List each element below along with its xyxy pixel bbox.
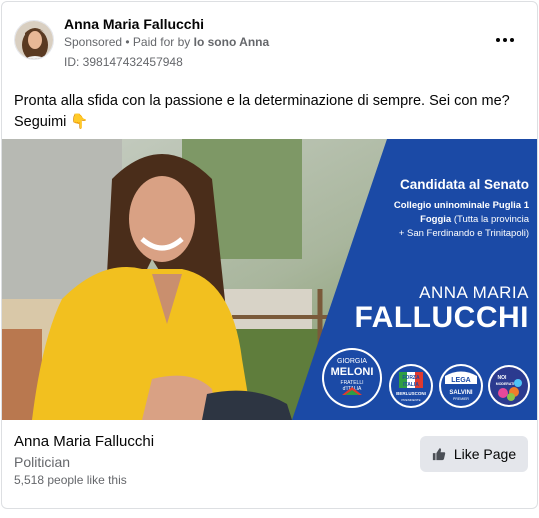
like-page-button[interactable]: Like Page	[420, 436, 528, 472]
svg-text:MODERATI: MODERATI	[496, 382, 514, 386]
fratelli-italia-logo: GIORGIA MELONI FRATELLI d'ITALIA	[322, 348, 382, 408]
page-like-count: 5,518 people like this	[14, 473, 127, 487]
page-avatar[interactable]	[14, 20, 54, 60]
footer-page-title[interactable]: Anna Maria Fallucchi	[14, 433, 154, 450]
post-header: Anna Maria Fallucchi Sponsored • Paid fo…	[2, 2, 537, 82]
party-logos: GIORGIA MELONI FRATELLI d'ITALIA FORZA I…	[322, 348, 530, 408]
svg-text:ITALIA: ITALIA	[403, 382, 419, 388]
thumbs-up-icon	[432, 448, 446, 461]
sponsored-label: Sponsored	[64, 35, 123, 49]
svg-text:GIORGIA: GIORGIA	[337, 358, 367, 365]
sponsored-line: Sponsored • Paid for by Io sono Anna	[64, 35, 269, 49]
like-page-label: Like Page	[453, 446, 517, 462]
post-message: Pronta alla sfida con la passione e la d…	[14, 93, 510, 130]
page-category: Politician	[14, 454, 71, 470]
svg-text:BERLUSCONI: BERLUSCONI	[396, 391, 426, 396]
forza-italia-logo: FORZA ITALIA BERLUSCONI PRESIDENTE	[389, 364, 433, 408]
svg-text:LEGA: LEGA	[451, 377, 470, 384]
paid-for-prefix: Paid for by	[132, 35, 194, 49]
ad-id: ID: 398147432457948	[64, 55, 183, 69]
noi-moderati-logo: NOI MODERATI	[488, 365, 530, 407]
page-name[interactable]: Anna Maria Fallucchi	[64, 16, 204, 32]
svg-text:SALVINI: SALVINI	[449, 390, 473, 396]
svg-text:NOI: NOI	[498, 375, 508, 381]
ad-creative-image[interactable]: Candidata al Senato Collegio uninominale…	[2, 139, 537, 420]
svg-text:PREMIER: PREMIER	[453, 397, 469, 401]
svg-text:MELONI: MELONI	[331, 366, 374, 378]
ellipsis-icon[interactable]	[491, 30, 519, 50]
payer-name: Io sono Anna	[193, 35, 270, 49]
ad-card: Anna Maria Fallucchi Sponsored • Paid fo…	[1, 1, 538, 509]
svg-text:PRESIDENTE: PRESIDENTE	[401, 398, 420, 402]
dot-separator: •	[122, 35, 133, 49]
svg-text:FORZA: FORZA	[402, 375, 420, 381]
lega-logo: LEGA SALVINI PREMIER	[439, 364, 483, 408]
